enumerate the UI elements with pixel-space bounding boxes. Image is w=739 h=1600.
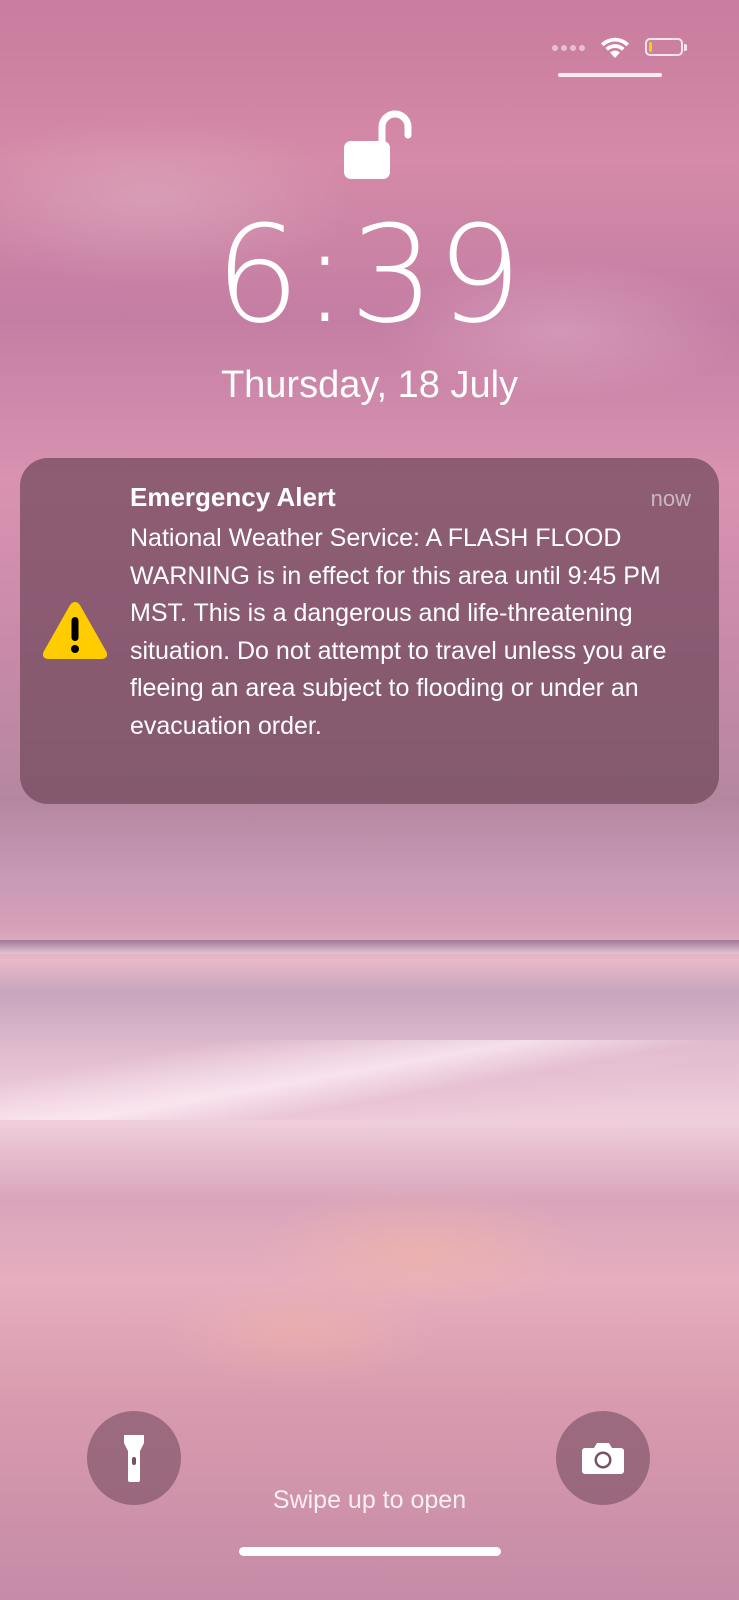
clock-time: 6:39 bbox=[215, 197, 524, 353]
control-center-indicator[interactable] bbox=[558, 73, 662, 77]
home-indicator[interactable] bbox=[239, 1547, 501, 1556]
battery-icon bbox=[645, 38, 689, 58]
horizon bbox=[0, 940, 739, 954]
clock-date: Thursday, 18 July bbox=[220, 364, 519, 406]
lock-screen: 6:39 Thursday, 18 July Emergency Alert n… bbox=[0, 0, 739, 1600]
notification-title: Emergency Alert bbox=[130, 482, 336, 512]
flashlight-icon bbox=[124, 1435, 144, 1482]
unlocked-padlock-icon bbox=[344, 110, 412, 179]
wave-surf bbox=[0, 1040, 739, 1120]
wifi-icon bbox=[601, 37, 629, 58]
warning-triangle-icon bbox=[42, 602, 108, 659]
cellular-signal-icon bbox=[552, 45, 585, 51]
swipe-up-hint: Swipe up to open bbox=[272, 1486, 467, 1514]
notification-body: National Weather Service: A FLASH FLOOD … bbox=[130, 524, 667, 740]
battery-level bbox=[649, 42, 652, 52]
status-bar bbox=[552, 36, 689, 60]
camera-icon bbox=[582, 1443, 624, 1474]
notification-timestamp: now bbox=[650, 486, 691, 511]
emergency-alert-notification[interactable]: Emergency Alert now National Weather Ser… bbox=[20, 458, 719, 804]
